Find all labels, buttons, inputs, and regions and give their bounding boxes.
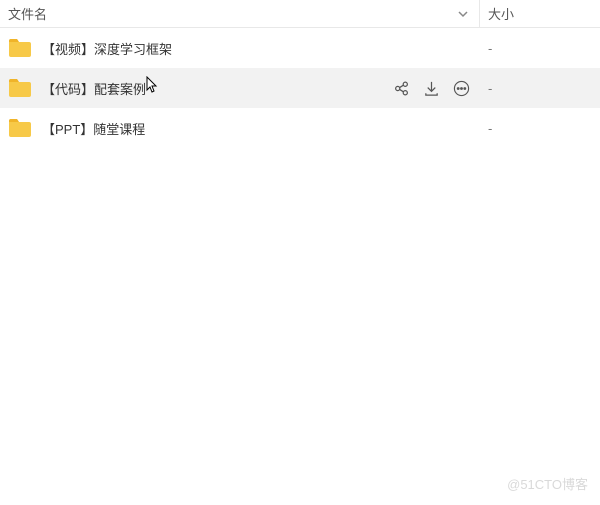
header-size-label: 大小 (488, 4, 514, 23)
folder-icon (8, 38, 32, 58)
file-name-label: 【PPT】随堂课程 (42, 119, 145, 138)
file-size-label: - (480, 41, 600, 56)
file-list: 【视频】深度学习框架 - 【代码】配套案例 - 【PPT】随堂课程 - (0, 28, 600, 148)
file-row[interactable]: 【代码】配套案例 - (0, 68, 600, 108)
folder-icon (8, 78, 32, 98)
folder-icon (8, 118, 32, 138)
file-name-cell: 【视频】深度学习框架 (0, 38, 480, 58)
file-row[interactable]: 【PPT】随堂课程 - (0, 108, 600, 148)
file-row[interactable]: 【视频】深度学习框架 - (0, 28, 600, 68)
header-filename-label: 文件名 (8, 4, 47, 23)
share-icon[interactable] (392, 79, 410, 97)
file-size-label: - (480, 121, 600, 136)
row-actions (392, 79, 470, 97)
header-column-size[interactable]: 大小 (480, 0, 600, 27)
file-name-label: 【代码】配套案例 (42, 79, 146, 98)
more-icon[interactable] (452, 79, 470, 97)
watermark: @51CTO博客 (507, 474, 588, 493)
header-column-filename[interactable]: 文件名 (0, 0, 480, 27)
chevron-down-icon (455, 6, 471, 22)
file-name-cell: 【PPT】随堂课程 (0, 118, 480, 138)
download-icon[interactable] (422, 79, 440, 97)
file-name-cell: 【代码】配套案例 (0, 78, 480, 98)
table-header: 文件名 大小 (0, 0, 600, 28)
file-size-label: - (480, 81, 600, 96)
file-name-label: 【视频】深度学习框架 (42, 39, 172, 58)
